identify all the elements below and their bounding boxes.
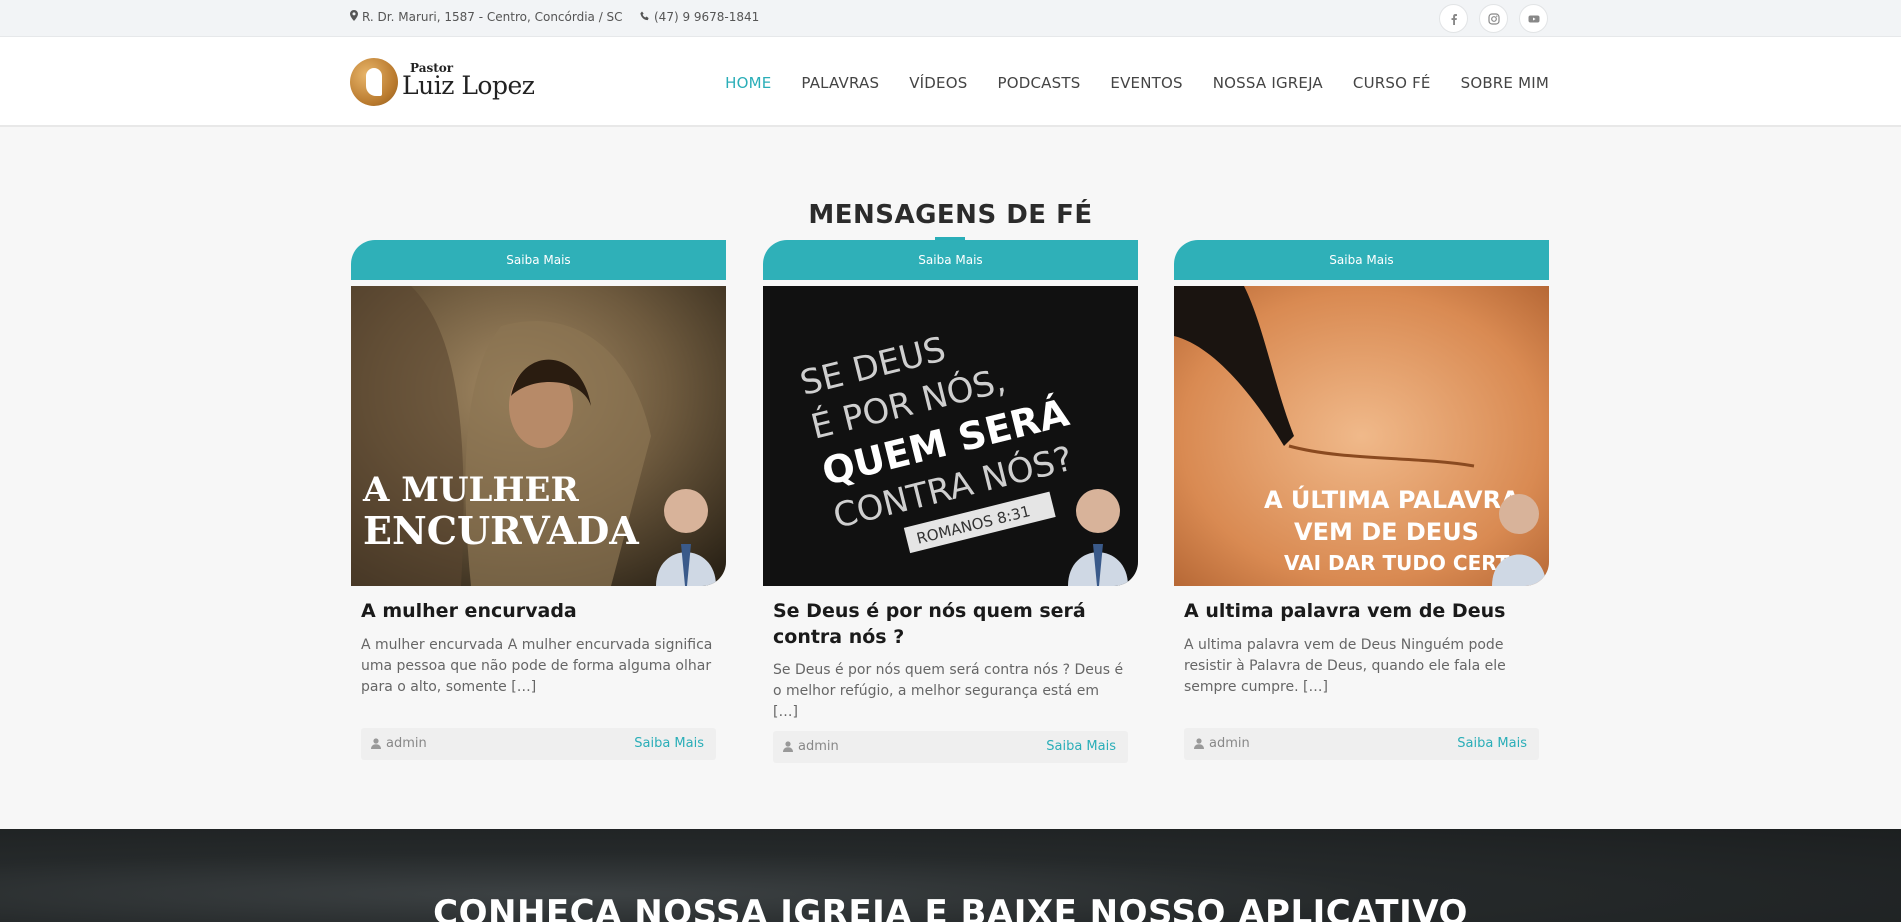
section-title: MENSAGENS DE FÉ — [808, 200, 1093, 230]
facebook-icon — [1451, 13, 1457, 25]
card-tab-button[interactable]: Saiba Mais — [763, 240, 1138, 280]
youtube-link[interactable] — [1519, 4, 1548, 33]
image-caption-line: A MULHER — [362, 470, 579, 510]
site-header: Pastor Luiz Lopez HOME PALAVRAS VÍDEOS P… — [0, 37, 1901, 127]
post-card: Saiba Mais A ÚLTIMA PALAVRA VEM DE DEUS … — [1174, 240, 1549, 762]
nav-eventos[interactable]: EVENTOS — [1110, 74, 1182, 92]
nav-sobre-mim[interactable]: SOBRE MIM — [1461, 74, 1549, 92]
user-icon — [783, 741, 793, 752]
main-nav: HOME PALAVRAS VÍDEOS PODCASTS EVENTOS NO… — [725, 74, 1549, 92]
post-image[interactable]: A ÚLTIMA PALAVRA VEM DE DEUS VAI DAR TUD… — [1174, 286, 1549, 586]
post-title[interactable]: A ultima palavra vem de Deus — [1184, 598, 1539, 624]
post-card: Saiba Mais A MULHER ENCURVADA A mulher e… — [351, 240, 726, 762]
map-marker-icon — [350, 10, 358, 24]
post-image[interactable]: SE DEUS É POR NÓS, QUEM SERÁ CONTRA NÓS?… — [763, 286, 1138, 586]
image-caption-line: ENCURVADA — [363, 508, 639, 553]
read-more-link[interactable]: Saiba Mais — [634, 736, 704, 751]
address-text: R. Dr. Maruri, 1587 - Centro, Concórdia … — [362, 10, 623, 24]
image-caption-line: VAI DAR TUDO CERTO — [1284, 551, 1526, 575]
image-caption-line: A ÚLTIMA PALAVRA — [1264, 484, 1520, 514]
phone-text: (47) 9 9678-1841 — [654, 10, 760, 24]
card-tab-button[interactable]: Saiba Mais — [1174, 240, 1549, 280]
post-meta: admin Saiba Mais — [1184, 728, 1539, 760]
instagram-link[interactable] — [1479, 4, 1508, 33]
post-meta: admin Saiba Mais — [361, 728, 716, 760]
post-author[interactable]: admin — [371, 736, 427, 751]
post-author[interactable]: admin — [783, 739, 839, 754]
post-excerpt: A mulher encurvada A mulher encurvada si… — [361, 637, 713, 695]
read-more-link[interactable]: Saiba Mais — [1457, 736, 1527, 751]
post-title[interactable]: A mulher encurvada — [361, 598, 716, 624]
nav-podcasts[interactable]: PODCASTS — [997, 74, 1080, 92]
post-card: Saiba Mais SE DEUS É POR NÓS, QUEM SERÁ … — [763, 240, 1138, 763]
user-icon — [1194, 738, 1204, 749]
facebook-link[interactable] — [1439, 4, 1468, 33]
card-tab-button[interactable]: Saiba Mais — [351, 240, 726, 280]
nav-videos[interactable]: VÍDEOS — [909, 74, 967, 92]
logo-mark — [350, 58, 398, 106]
author-name: admin — [798, 739, 839, 754]
read-more-link[interactable]: Saiba Mais — [1046, 739, 1116, 754]
phone-icon — [640, 10, 650, 24]
author-name: admin — [386, 736, 427, 751]
author-name: admin — [1209, 736, 1250, 751]
nav-nossa-igreja[interactable]: NOSSA IGREJA — [1213, 74, 1323, 92]
church-app-band: CONHEÇA NOSSA IGREJA E BAIXE NOSSO APLIC… — [0, 829, 1901, 922]
phone-info[interactable]: (47) 9 9678-1841 — [640, 10, 759, 24]
address-info: R. Dr. Maruri, 1587 - Centro, Concórdia … — [350, 10, 623, 24]
post-title[interactable]: Se Deus é por nós quem será contra nós ? — [773, 598, 1128, 650]
youtube-icon — [1528, 15, 1539, 22]
top-bar: R. Dr. Maruri, 1587 - Centro, Concórdia … — [0, 0, 1901, 37]
post-excerpt: Se Deus é por nós quem será contra nós ?… — [773, 662, 1124, 720]
post-author[interactable]: admin — [1194, 736, 1250, 751]
nav-curso-fe[interactable]: CURSO FÉ — [1353, 74, 1431, 92]
site-logo[interactable]: Pastor Luiz Lopez — [350, 56, 535, 108]
post-excerpt: A ultima palavra vem de Deus Ninguém pod… — [1184, 637, 1506, 695]
band-heading: CONHEÇA NOSSA IGREJA E BAIXE NOSSO APLIC… — [433, 893, 1468, 922]
post-image[interactable]: A MULHER ENCURVADA — [351, 286, 726, 586]
post-meta: admin Saiba Mais — [773, 731, 1128, 763]
image-caption-line: VEM DE DEUS — [1294, 518, 1479, 546]
nav-palavras[interactable]: PALAVRAS — [801, 74, 879, 92]
user-icon — [371, 738, 381, 749]
logo-big-text: Luiz Lopez — [402, 71, 535, 100]
nav-home[interactable]: HOME — [725, 74, 771, 92]
instagram-icon — [1487, 12, 1500, 25]
